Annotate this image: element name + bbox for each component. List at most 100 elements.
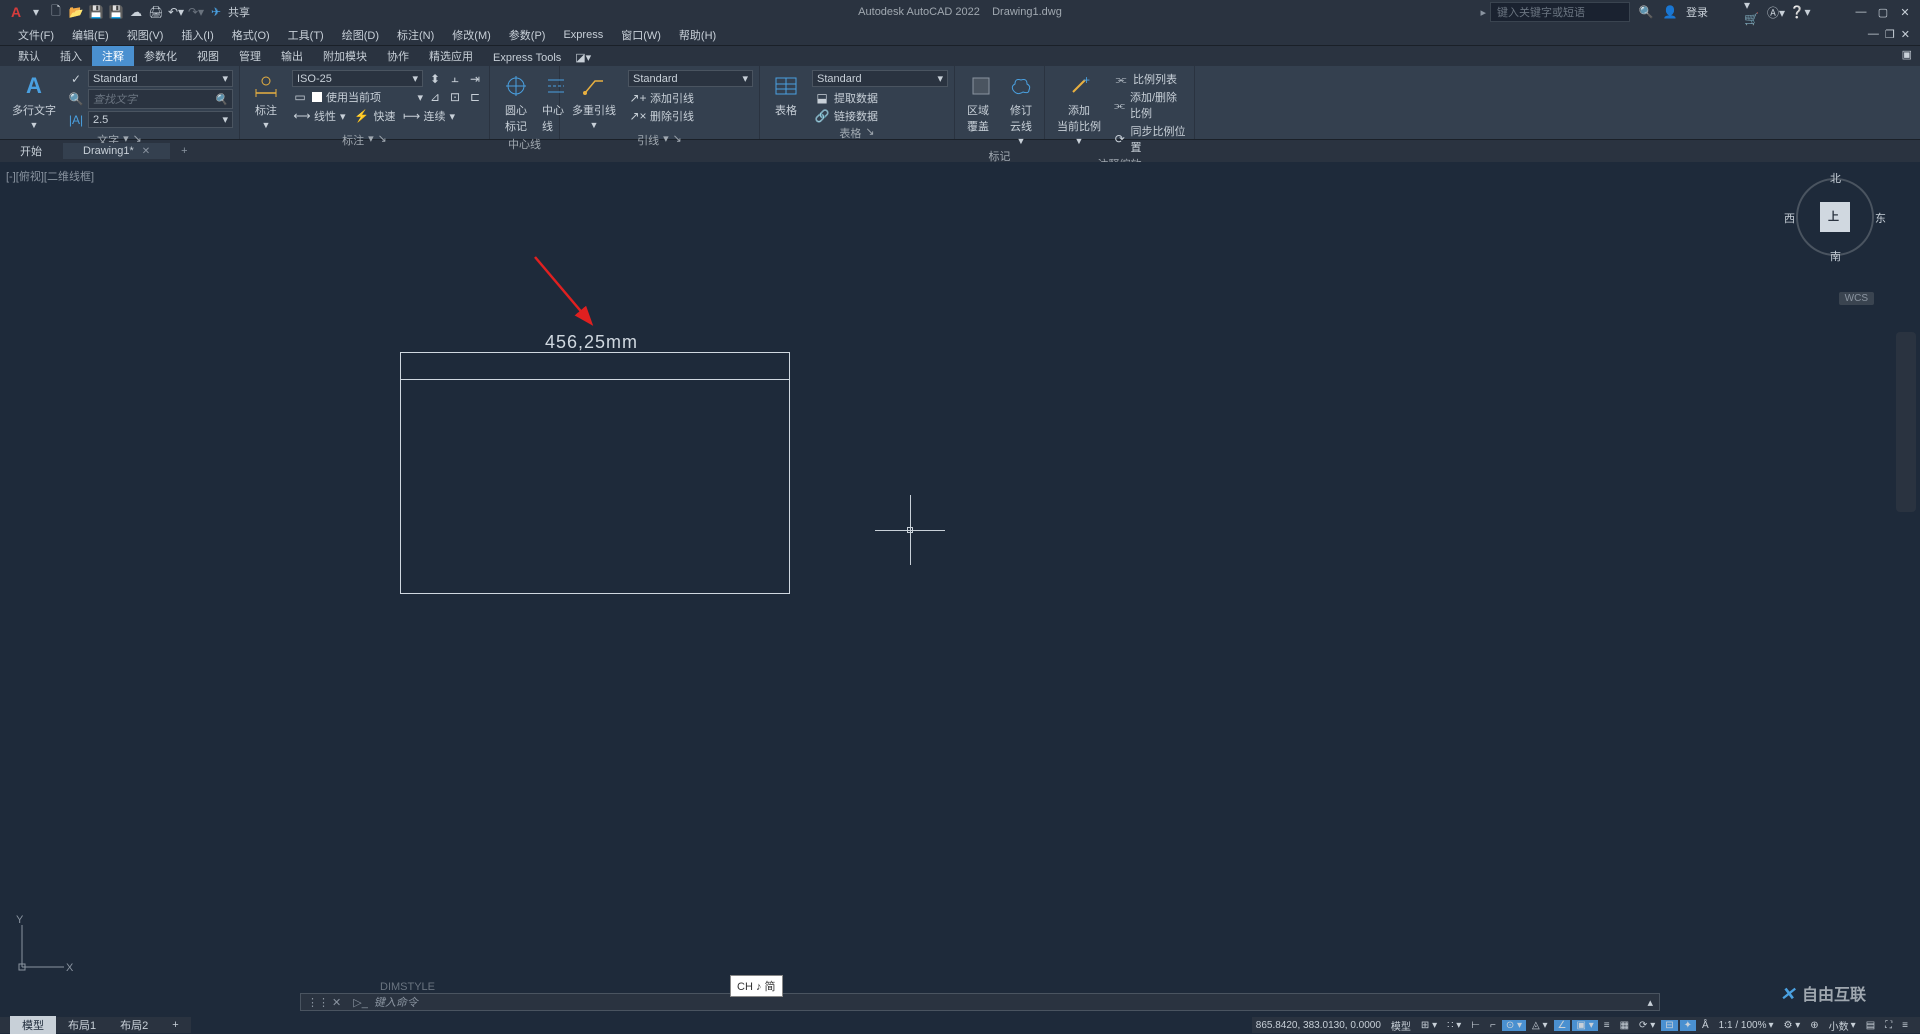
saveas-icon[interactable]: 💾 <box>108 4 124 20</box>
remove-leader-button[interactable]: ↗×删除引线 <box>628 107 753 125</box>
search-input[interactable]: 键入关键字或短语 <box>1490 2 1630 22</box>
close-tab-icon[interactable]: ✕ <box>142 146 150 157</box>
dim-linear-button[interactable]: ⟷线性▾ <box>292 107 348 125</box>
open-icon[interactable]: 📂 <box>68 4 84 20</box>
tab-express-tools[interactable]: Express Tools <box>483 50 571 66</box>
grid-icon[interactable]: ⊞ ▾ <box>1417 1020 1441 1031</box>
menu-insert[interactable]: 插入(I) <box>173 25 221 45</box>
menu-dim[interactable]: 标注(N) <box>389 25 442 45</box>
tab-default[interactable]: 默认 <box>8 46 50 66</box>
menu-file[interactable]: 文件(F) <box>10 25 62 45</box>
tab-featured[interactable]: 精选应用 <box>419 46 483 66</box>
text-height-icon[interactable]: |A| <box>68 112 84 128</box>
revcloud-button[interactable]: 修订 云线 ▼ <box>1001 70 1041 148</box>
multileader-button[interactable]: 多重引线 ▼ <box>566 70 622 132</box>
chevron-down-icon[interactable]: ▾ <box>663 132 669 148</box>
tab-insert[interactable]: 插入 <box>50 46 92 66</box>
osnap-icon[interactable]: ▣ ▾ <box>1572 1020 1597 1031</box>
dialog-launcher-icon[interactable]: ↘ <box>865 125 874 141</box>
tab-annotate[interactable]: 注释 <box>92 46 134 66</box>
lineweight-icon[interactable]: ≡ <box>1600 1020 1614 1031</box>
menu-express[interactable]: Express <box>555 27 611 43</box>
dim-quick-button[interactable]: ⚡快速 <box>352 107 398 125</box>
dialog-launcher-icon[interactable]: ↘ <box>673 132 682 148</box>
command-handle-icon[interactable]: ⋮⋮ ✕ <box>301 996 347 1009</box>
polar-icon[interactable]: ⊙ ▾ <box>1502 1020 1526 1031</box>
sync-scale-button[interactable]: ⟳同步比例位置 <box>1111 122 1188 156</box>
dim-tool2-icon[interactable]: ⊡ <box>447 89 463 105</box>
tab-panel-toggle[interactable]: ◪▾ <box>571 49 595 66</box>
quick-props-icon[interactable]: ▤ <box>1862 1020 1879 1031</box>
dim-update-icon[interactable]: ⬍ <box>427 71 443 87</box>
chevron-down-icon[interactable]: ▾ <box>368 132 374 148</box>
anno-monitor-icon[interactable]: ⊕ <box>1806 1020 1822 1031</box>
new-icon[interactable]: 🗋 <box>48 4 64 20</box>
maximize-icon[interactable]: ▢ <box>1876 6 1890 19</box>
doc-restore-icon[interactable]: ❐ <box>1885 28 1895 41</box>
menu-draw[interactable]: 绘图(D) <box>334 25 387 45</box>
drawing-canvas[interactable]: [-][俯视][二维线框] 北 南 东 西 上 WCS 456,25mm Y X <box>0 162 1920 995</box>
add-leader-button[interactable]: ↗+添加引线 <box>628 89 753 107</box>
infer-icon[interactable]: ⊢ <box>1467 1020 1484 1031</box>
cycle-icon[interactable]: ⟳ ▾ <box>1635 1020 1659 1031</box>
anno-scale-dropdown[interactable]: 1:1 / 100% ▾ <box>1715 1020 1778 1031</box>
dim-tool1-icon[interactable]: ⊿ <box>427 89 443 105</box>
units-button[interactable]: 小数 ▾ <box>1825 1018 1860 1033</box>
layout-1[interactable]: 布局1 <box>56 1016 108 1034</box>
auto-scale-icon[interactable]: Å <box>1698 1020 1713 1031</box>
layout-2[interactable]: 布局2 <box>108 1016 160 1034</box>
otrack-icon[interactable]: ∠ <box>1554 1020 1571 1031</box>
transparency-icon[interactable]: ▦ <box>1616 1020 1633 1031</box>
doc-close-icon[interactable]: ✕ <box>1901 28 1910 41</box>
user-icon[interactable]: 👤 <box>1662 4 1678 20</box>
menu-help[interactable]: 帮助(H) <box>671 25 724 45</box>
find-text-input[interactable]: 查找文字 🔍 <box>88 89 233 109</box>
add-del-scale-button[interactable]: ⫘添加/删除比例 <box>1111 88 1188 122</box>
layer-icon[interactable]: ▭ <box>292 89 308 105</box>
nav-bar[interactable] <box>1896 332 1916 512</box>
layout-model[interactable]: 模型 <box>10 1016 56 1034</box>
wipeout-button[interactable]: 区域覆盖 <box>961 70 1001 148</box>
app-logo[interactable]: A <box>8 4 24 20</box>
center-mark-button[interactable]: 圆心 标记 <box>496 70 536 136</box>
dim-space-icon[interactable]: ⇥ <box>467 71 483 87</box>
command-expand-icon[interactable]: ▴ <box>1647 996 1659 1009</box>
share-icon[interactable]: ✈ <box>208 4 224 20</box>
add-layout-button[interactable]: + <box>160 1018 190 1032</box>
search-icon[interactable]: 🔍 <box>1638 4 1654 20</box>
close-icon[interactable]: ✕ <box>1898 6 1912 19</box>
start-tab[interactable]: 开始 <box>0 141 62 161</box>
tab-manage[interactable]: 管理 <box>229 46 271 66</box>
dyn-input-icon[interactable]: ⊟ <box>1661 1020 1677 1031</box>
drawing-tab[interactable]: Drawing1* ✕ <box>63 143 170 159</box>
tab-addins[interactable]: 附加模块 <box>313 46 377 66</box>
dimension-button[interactable]: 标注 ▼ <box>246 70 286 132</box>
clean-screen-icon[interactable]: ⛶ <box>1881 1020 1896 1031</box>
dim-style-dropdown[interactable]: ISO-25 ▾ <box>292 70 423 87</box>
leader-style-dropdown[interactable]: Standard ▾ <box>628 70 753 87</box>
link-data-button[interactable]: 🔗链接数据 <box>812 107 948 125</box>
dim-break-icon[interactable]: ⫠ <box>447 71 463 87</box>
plot-icon[interactable]: 🖨 <box>148 4 164 20</box>
help-icon[interactable]: ❔▾ <box>1792 4 1808 20</box>
doc-minimize-icon[interactable]: — <box>1868 28 1879 41</box>
ortho-icon[interactable]: ⌐ <box>1486 1020 1500 1031</box>
menu-window[interactable]: 窗口(W) <box>613 25 669 45</box>
command-input[interactable]: ⋮⋮ ✕ ▷_ 键入命令 ▴ <box>300 993 1660 1011</box>
add-tab-button[interactable]: + <box>171 143 197 159</box>
find-icon[interactable]: 🔍 <box>68 91 84 107</box>
workspace-icon[interactable]: ⚙ ▾ <box>1780 1020 1805 1031</box>
snap-icon[interactable]: ∷ ▾ <box>1443 1020 1465 1031</box>
minimize-icon[interactable]: — <box>1854 6 1868 18</box>
ribbon-collapse-icon[interactable]: ▣ <box>1902 48 1912 61</box>
model-space-button[interactable]: 模型 <box>1387 1018 1415 1033</box>
wcs-label[interactable]: WCS <box>1839 292 1874 305</box>
menu-format[interactable]: 格式(O) <box>224 25 278 45</box>
scale-list-button[interactable]: ⫘比例列表 <box>1111 70 1188 88</box>
web-open-icon[interactable]: ☁ <box>128 4 144 20</box>
text-height-dropdown[interactable]: 2.5 ▾ <box>88 111 233 128</box>
qat-menu-icon[interactable]: ▾ <box>28 4 44 20</box>
customize-icon[interactable]: ≡ <box>1898 1020 1912 1031</box>
spellcheck-icon[interactable]: ✓ <box>68 71 84 87</box>
dialog-launcher-icon[interactable]: ↘ <box>378 132 387 148</box>
